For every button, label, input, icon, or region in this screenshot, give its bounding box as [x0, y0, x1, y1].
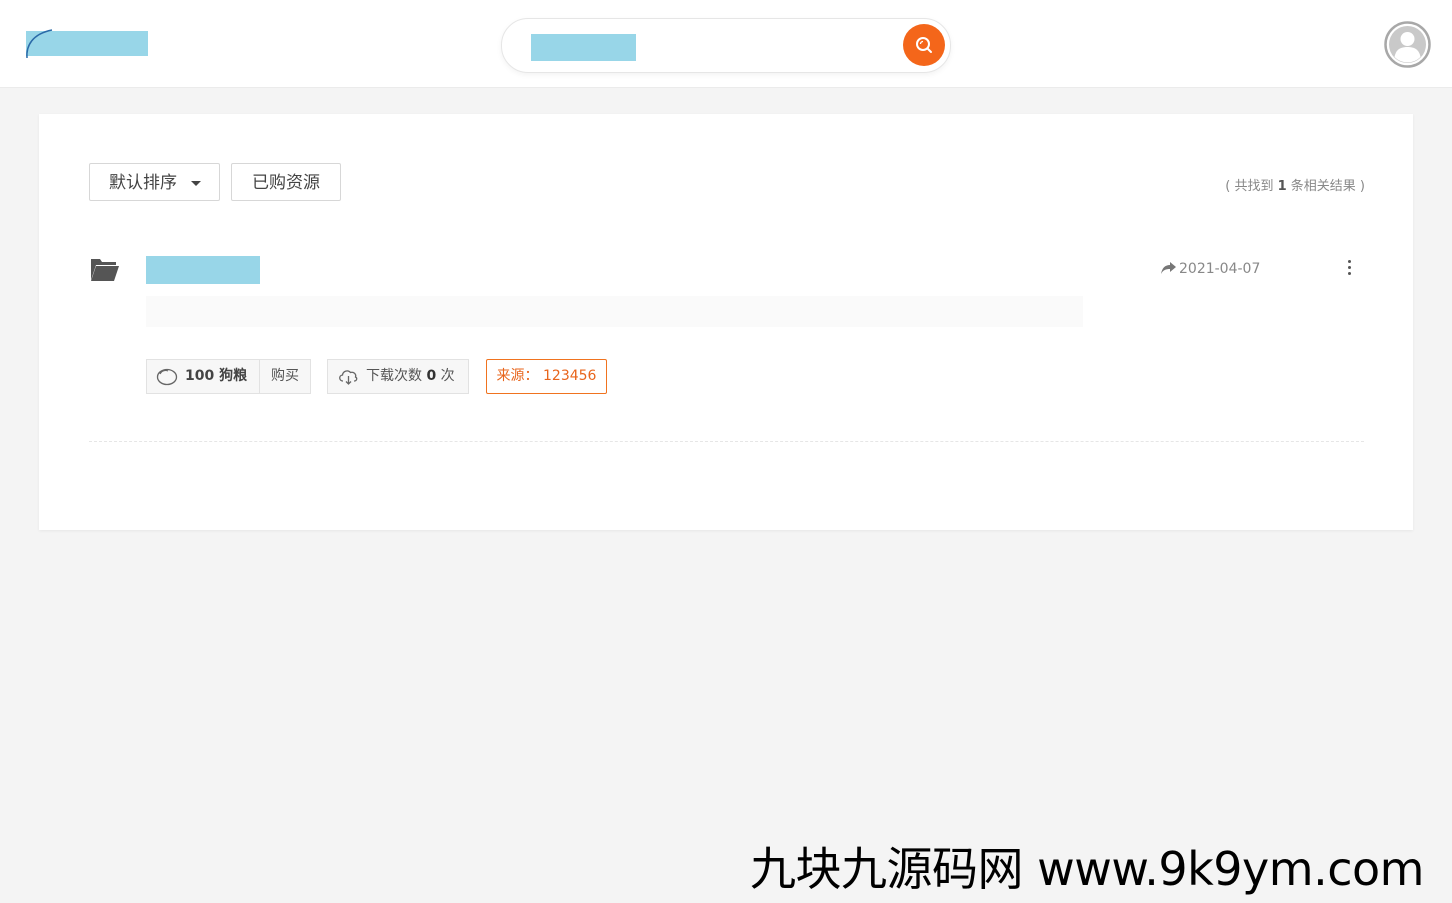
- site-logo[interactable]: [24, 28, 150, 59]
- purchased-label: 已购资源: [252, 173, 320, 193]
- downloads-prefix: 下载次数: [366, 368, 427, 384]
- cloud-download-icon: [339, 370, 358, 385]
- download-count-tag: 下载次数 0 次: [327, 359, 469, 394]
- search-icon: [916, 37, 932, 53]
- source-tag: 来源： 123456: [486, 359, 607, 394]
- search-bar[interactable]: [501, 18, 951, 73]
- more-options-button[interactable]: [1342, 258, 1356, 278]
- coin-icon: [156, 368, 178, 386]
- logo-swoosh-icon: [26, 29, 53, 59]
- source-label: 来源：: [496, 368, 539, 384]
- date-text: 2021-04-07: [1179, 261, 1261, 277]
- buy-button[interactable]: 购买: [260, 360, 310, 393]
- sort-dropdown-button[interactable]: 默认排序: [89, 163, 220, 201]
- result-count-prefix: ( 共找到: [1225, 179, 1278, 194]
- price-label: 100 狗粮: [185, 368, 248, 384]
- downloads-count: 0: [426, 368, 437, 384]
- results-card: 默认排序 已购资源 ( 共找到 1 条相关结果 ) 2021-04-07 100…: [39, 114, 1413, 530]
- price-display: 100 狗粮: [147, 360, 259, 393]
- folder-icon: [91, 259, 119, 281]
- search-button[interactable]: [903, 24, 945, 66]
- result-date: 2021-04-07: [1161, 261, 1260, 277]
- result-count-number: 1: [1277, 179, 1287, 194]
- download-count-text: 下载次数 0 次: [366, 360, 455, 393]
- price-tag: 100 狗粮 购买: [146, 359, 311, 394]
- user-avatar-button[interactable]: [1384, 21, 1431, 68]
- user-avatar-icon: [1384, 21, 1431, 68]
- purchased-resources-button[interactable]: 已购资源: [231, 163, 341, 201]
- top-header: [0, 0, 1452, 88]
- site-watermark: 九块九源码网 www.9k9ym.com: [750, 842, 1424, 896]
- result-count-suffix: 条相关结果 ): [1286, 179, 1365, 194]
- source-value: 123456: [543, 368, 597, 384]
- caret-down-icon: [191, 181, 201, 186]
- downloads-suffix: 次: [436, 368, 455, 384]
- result-title-redacted[interactable]: [146, 256, 260, 284]
- share-arrow-icon: [1161, 262, 1176, 274]
- result-count-text: ( 共找到 1 条相关结果 ): [1225, 175, 1365, 194]
- result-divider: [89, 441, 1364, 442]
- sort-label: 默认排序: [109, 173, 177, 193]
- search-query-redacted[interactable]: [531, 34, 636, 61]
- result-description-placeholder: [146, 296, 1083, 327]
